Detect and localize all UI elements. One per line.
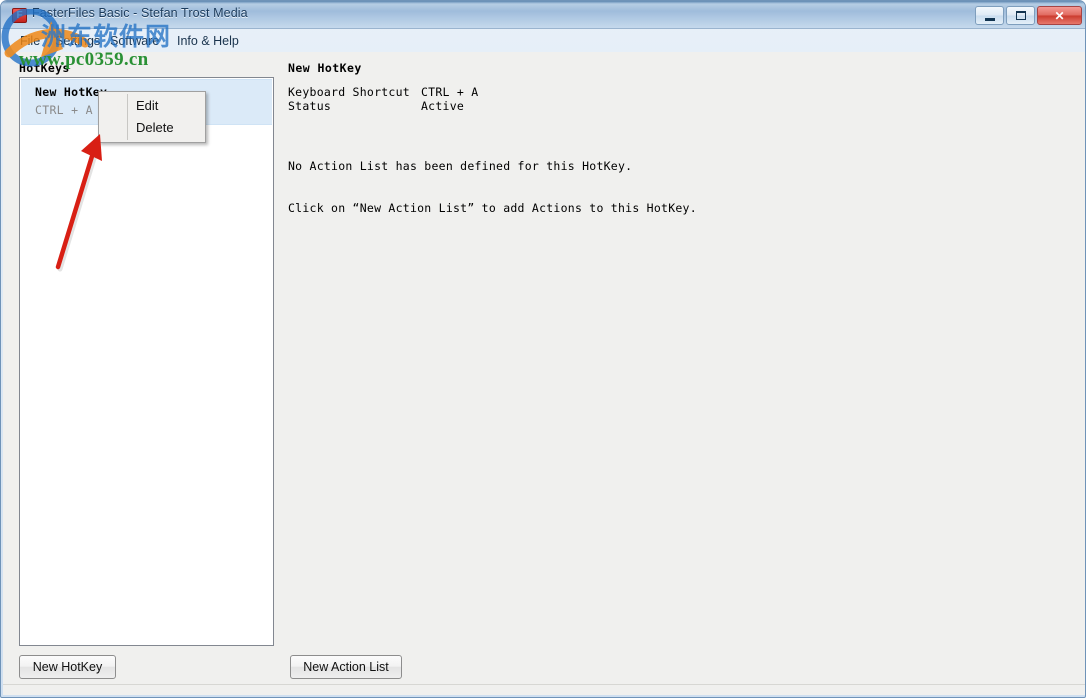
minimize-button[interactable] xyxy=(975,6,1004,25)
application-window: F FasterFiles Basic - Stefan Trost Media… xyxy=(0,0,1086,698)
status-bar xyxy=(3,684,1085,695)
new-action-list-button[interactable]: New Action List xyxy=(290,655,402,679)
detail-value-shortcut: CTRL + A xyxy=(421,85,479,99)
menu-item-settings[interactable]: Settings xyxy=(51,33,104,49)
close-icon: ✕ xyxy=(1054,8,1065,23)
context-menu-item-edit[interactable]: Edit xyxy=(99,95,205,117)
menu-item-info-help[interactable]: Info & Help xyxy=(173,33,243,49)
app-icon[interactable]: F xyxy=(12,8,27,23)
maximize-icon xyxy=(1007,7,1034,24)
maximize-button[interactable] xyxy=(1006,6,1035,25)
title-bar[interactable]: F FasterFiles Basic - Stefan Trost Media… xyxy=(1,1,1085,29)
context-menu-item-delete[interactable]: Delete xyxy=(99,117,205,139)
detail-key-shortcut: Keyboard Shortcut xyxy=(288,85,410,99)
detail-title: New HotKey xyxy=(288,61,362,75)
close-button[interactable]: ✕ xyxy=(1037,6,1082,25)
menu-bar: File Settings Software Info & Help xyxy=(1,30,1085,52)
window-title: FasterFiles Basic - Stefan Trost Media xyxy=(32,6,248,20)
hotkey-list[interactable]: New HotKey CTRL + A xyxy=(19,77,274,646)
window-controls: ✕ xyxy=(975,6,1082,25)
minimize-icon xyxy=(976,7,1003,24)
detail-note-line2: Click on “New Action List” to add Action… xyxy=(288,201,697,215)
detail-note: No Action List has been defined for this… xyxy=(288,131,1048,243)
detail-value-status: Active xyxy=(421,99,465,113)
new-hotkey-button[interactable]: New HotKey xyxy=(19,655,116,679)
detail-row-status: Status Active xyxy=(288,99,1048,113)
menu-item-file[interactable]: File xyxy=(16,33,44,49)
detail-pane: New HotKey Keyboard Shortcut CTRL + A St… xyxy=(288,61,1048,243)
menu-item-software[interactable]: Software xyxy=(106,33,163,49)
context-menu[interactable]: Edit Delete xyxy=(98,91,206,143)
detail-key-status: Status xyxy=(288,99,332,113)
hotkeys-section-label: HotKeys xyxy=(19,61,70,75)
detail-note-line1: No Action List has been defined for this… xyxy=(288,159,633,173)
detail-row-shortcut: Keyboard Shortcut CTRL + A xyxy=(288,85,1048,99)
